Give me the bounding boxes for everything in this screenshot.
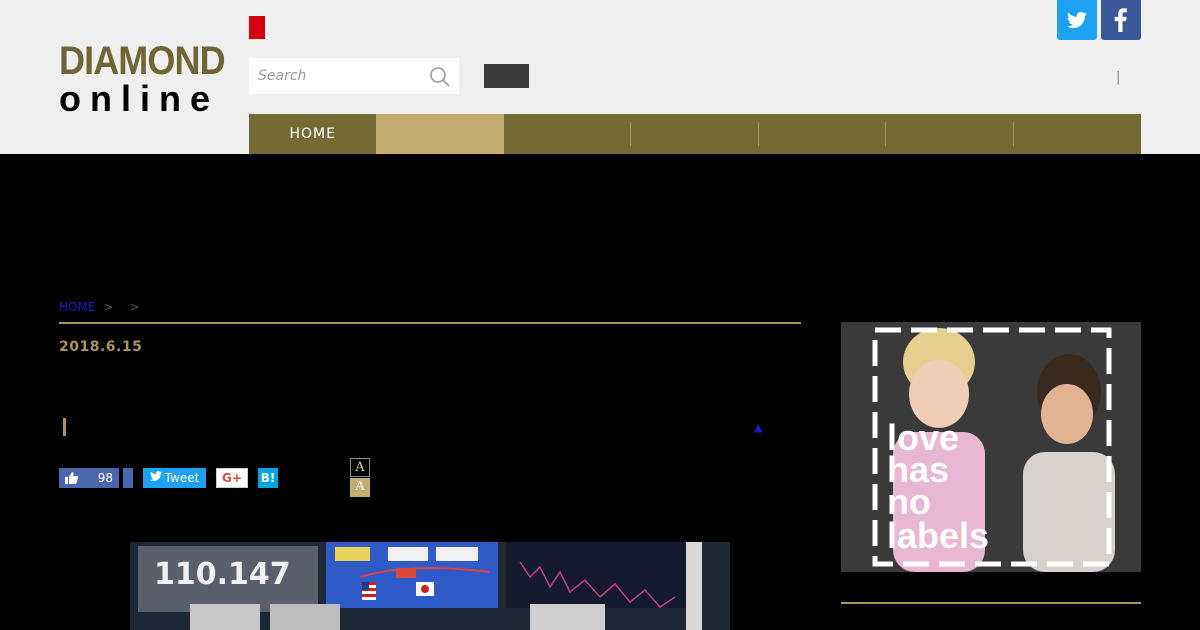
hatena-bookmark-button[interactable]: B! (258, 468, 278, 488)
red-mark (249, 16, 265, 39)
google-plus-button[interactable]: G+ (216, 468, 248, 488)
breadcrumb: HOME > > (59, 300, 148, 314)
nav-item-5[interactable] (759, 114, 887, 154)
article-photo: 110.147 (130, 542, 730, 630)
nav-item-3[interactable] (504, 114, 632, 154)
nav-item-label: HOME (289, 126, 336, 142)
breadcrumb-home-link[interactable]: HOME (59, 300, 95, 314)
facebook-share-button[interactable] (123, 468, 133, 488)
nav-item-4[interactable] (631, 114, 759, 154)
facebook-like-button[interactable]: 98 (59, 468, 119, 488)
nav-item-home[interactable]: HOME (249, 114, 376, 154)
article-date: 2018.6.15 (59, 339, 143, 355)
tweet-button[interactable]: Tweet (143, 468, 206, 488)
sidebar-ad-banner[interactable]: love has no labels (841, 322, 1141, 572)
nav-item-6[interactable] (886, 114, 1014, 154)
breadcrumb-rule (59, 322, 801, 324)
search-box (249, 58, 459, 94)
twitter-bird-icon (149, 471, 162, 485)
like-count: 98 (97, 471, 113, 485)
nav-item-7[interactable] (1014, 114, 1141, 154)
header-divider: | (1116, 70, 1121, 85)
header-button[interactable] (484, 64, 529, 88)
ticker-value: 110.147 (154, 557, 291, 592)
up-arrow-icon[interactable]: ▲ (754, 421, 762, 434)
facebook-button[interactable] (1101, 0, 1141, 40)
site-logo[interactable]: DIAMOND online (59, 39, 226, 119)
tweet-label: Tweet (164, 471, 200, 485)
twitter-button[interactable] (1057, 0, 1097, 40)
breadcrumb-separator: > (103, 300, 114, 314)
nav-item-2[interactable] (376, 114, 504, 154)
font-size-large-button[interactable]: A (350, 478, 370, 497)
site-header: DIAMOND online | HOME (0, 0, 1200, 154)
search-icon[interactable] (429, 66, 451, 88)
search-input[interactable] (249, 58, 419, 94)
title-accent-bar (63, 418, 66, 436)
main-nav: HOME (249, 114, 1141, 154)
logo-text-bottom: online (59, 78, 219, 119)
logo-text-top: DIAMOND (59, 39, 226, 83)
sidebar-rule (841, 602, 1141, 604)
breadcrumb-separator: > (129, 300, 140, 314)
font-size-small-button[interactable]: A (350, 458, 370, 477)
ad-line-4: labels (887, 515, 989, 556)
